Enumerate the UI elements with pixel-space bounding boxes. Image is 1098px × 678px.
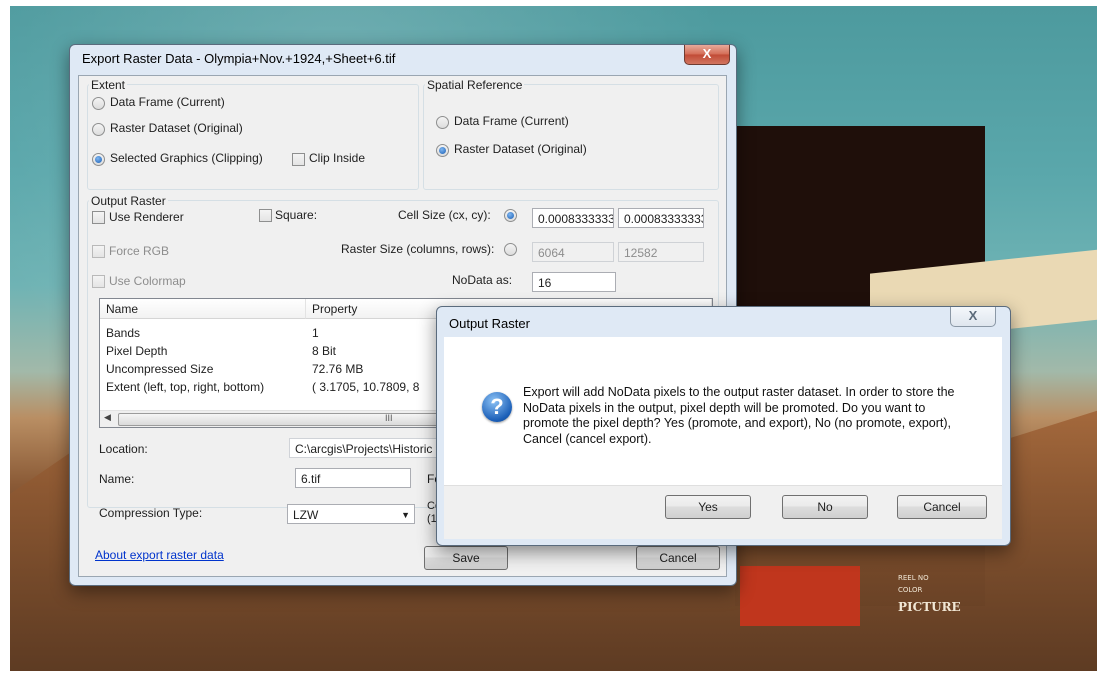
message-text: Export will add NoData pixels to the out… (523, 385, 955, 446)
poster-text-reel: REEL NO (898, 574, 929, 582)
raster-columns-input[interactable]: 6064 (532, 242, 614, 262)
cancel-button[interactable]: Cancel (636, 546, 720, 570)
table-cell-name: Uncompressed Size (106, 362, 214, 376)
extent-raster-dataset-label[interactable]: Raster Dataset (Original) (110, 121, 243, 135)
question-icon: ? (482, 392, 512, 422)
clip-inside-checkbox[interactable] (292, 153, 305, 166)
extent-data-frame-radio[interactable] (92, 97, 105, 110)
spatial-raster-dataset-radio[interactable] (436, 144, 449, 157)
spatial-reference-label: Spatial Reference (425, 78, 525, 92)
chevron-down-icon[interactable]: ▼ (401, 505, 410, 523)
extent-data-frame-label[interactable]: Data Frame (Current) (110, 95, 225, 109)
table-cell-value: 1 (312, 326, 319, 340)
square-label[interactable]: Square: (275, 208, 317, 222)
cell-size-radio[interactable] (504, 209, 517, 222)
name-input[interactable]: 6.tif (295, 468, 411, 488)
message-box-close-button[interactable]: X (950, 307, 996, 327)
save-button[interactable]: Save (424, 546, 508, 570)
output-raster-label: Output Raster (89, 194, 168, 208)
use-renderer-label[interactable]: Use Renderer (109, 210, 184, 224)
location-label: Location: (99, 442, 148, 456)
table-cell-value: 72.76 MB (312, 362, 364, 376)
use-colormap-checkbox[interactable] (92, 275, 105, 288)
extent-selected-graphics-radio[interactable] (92, 153, 105, 166)
location-input[interactable]: C:\arcgis\Projects\Historic (289, 438, 449, 458)
poster-text-picture: PICTURE (898, 600, 961, 614)
cell-size-cx-input[interactable]: 0.000833333333 (532, 208, 614, 228)
message-box-title: Output Raster (449, 316, 530, 331)
table-cell-value: ( 3.1705, 10.7809, 8 (312, 380, 420, 394)
table-cell-name: Bands (106, 326, 141, 340)
cell-size-label: Cell Size (cx, cy): (398, 208, 491, 222)
scroll-thumb[interactable]: III (118, 413, 440, 426)
export-dialog-title: Export Raster Data - Olympia+Nov.+1924,+… (82, 51, 396, 66)
force-rgb-checkbox[interactable] (92, 245, 105, 258)
about-export-link[interactable]: About export raster data (95, 548, 224, 562)
message-cancel-button[interactable]: Cancel (897, 495, 987, 519)
cell-size-cy-input[interactable]: 0.000833333333 (618, 208, 704, 228)
spatial-data-frame-radio[interactable] (436, 116, 449, 129)
raster-rows-input[interactable]: 12582 (618, 242, 704, 262)
name-label: Name: (99, 472, 135, 486)
spatial-raster-dataset-label[interactable]: Raster Dataset (Original) (454, 142, 587, 156)
wallpaper-red-block (740, 566, 860, 626)
use-colormap-label: Use Colormap (109, 274, 186, 288)
poster-text-color: COLOR (898, 586, 923, 594)
extent-raster-dataset-radio[interactable] (92, 123, 105, 136)
clip-inside-label[interactable]: Clip Inside (309, 151, 365, 165)
scroll-grip-icon: III (385, 413, 393, 423)
message-box-body: ? Export will add NoData pixels to the o… (444, 337, 1002, 485)
nodata-label: NoData as: (452, 273, 513, 287)
raster-size-label: Raster Size (columns, rows): (341, 242, 495, 256)
export-dialog-close-button[interactable]: X (684, 45, 730, 65)
force-rgb-label: Force RGB (109, 244, 170, 258)
compression-type-select[interactable]: LZW ▼ (287, 504, 415, 524)
yes-button[interactable]: Yes (665, 495, 751, 519)
table-cell-value: 8 Bit (312, 344, 337, 358)
spatial-reference-group (423, 84, 719, 190)
extent-label: Extent (89, 78, 128, 92)
message-box-button-bar: Yes No Cancel (444, 485, 1002, 539)
output-raster-message-box: Output Raster X ? Export will add NoData… (436, 306, 1011, 546)
compression-type-label: Compression Type: (99, 506, 203, 520)
scroll-left-icon[interactable]: ◀ (104, 412, 111, 423)
nodata-input[interactable]: 16 (532, 272, 616, 292)
extent-selected-graphics-label[interactable]: Selected Graphics (Clipping) (110, 151, 263, 165)
compression-type-value: LZW (293, 508, 319, 522)
table-header-name[interactable]: Name (100, 299, 306, 319)
no-button[interactable]: No (782, 495, 868, 519)
use-renderer-checkbox[interactable] (92, 211, 105, 224)
spatial-data-frame-label[interactable]: Data Frame (Current) (454, 114, 569, 128)
raster-size-radio[interactable] (504, 243, 517, 256)
square-checkbox[interactable] (259, 209, 272, 222)
table-cell-name: Pixel Depth (106, 344, 168, 358)
table-cell-name: Extent (left, top, right, bottom) (106, 380, 265, 394)
